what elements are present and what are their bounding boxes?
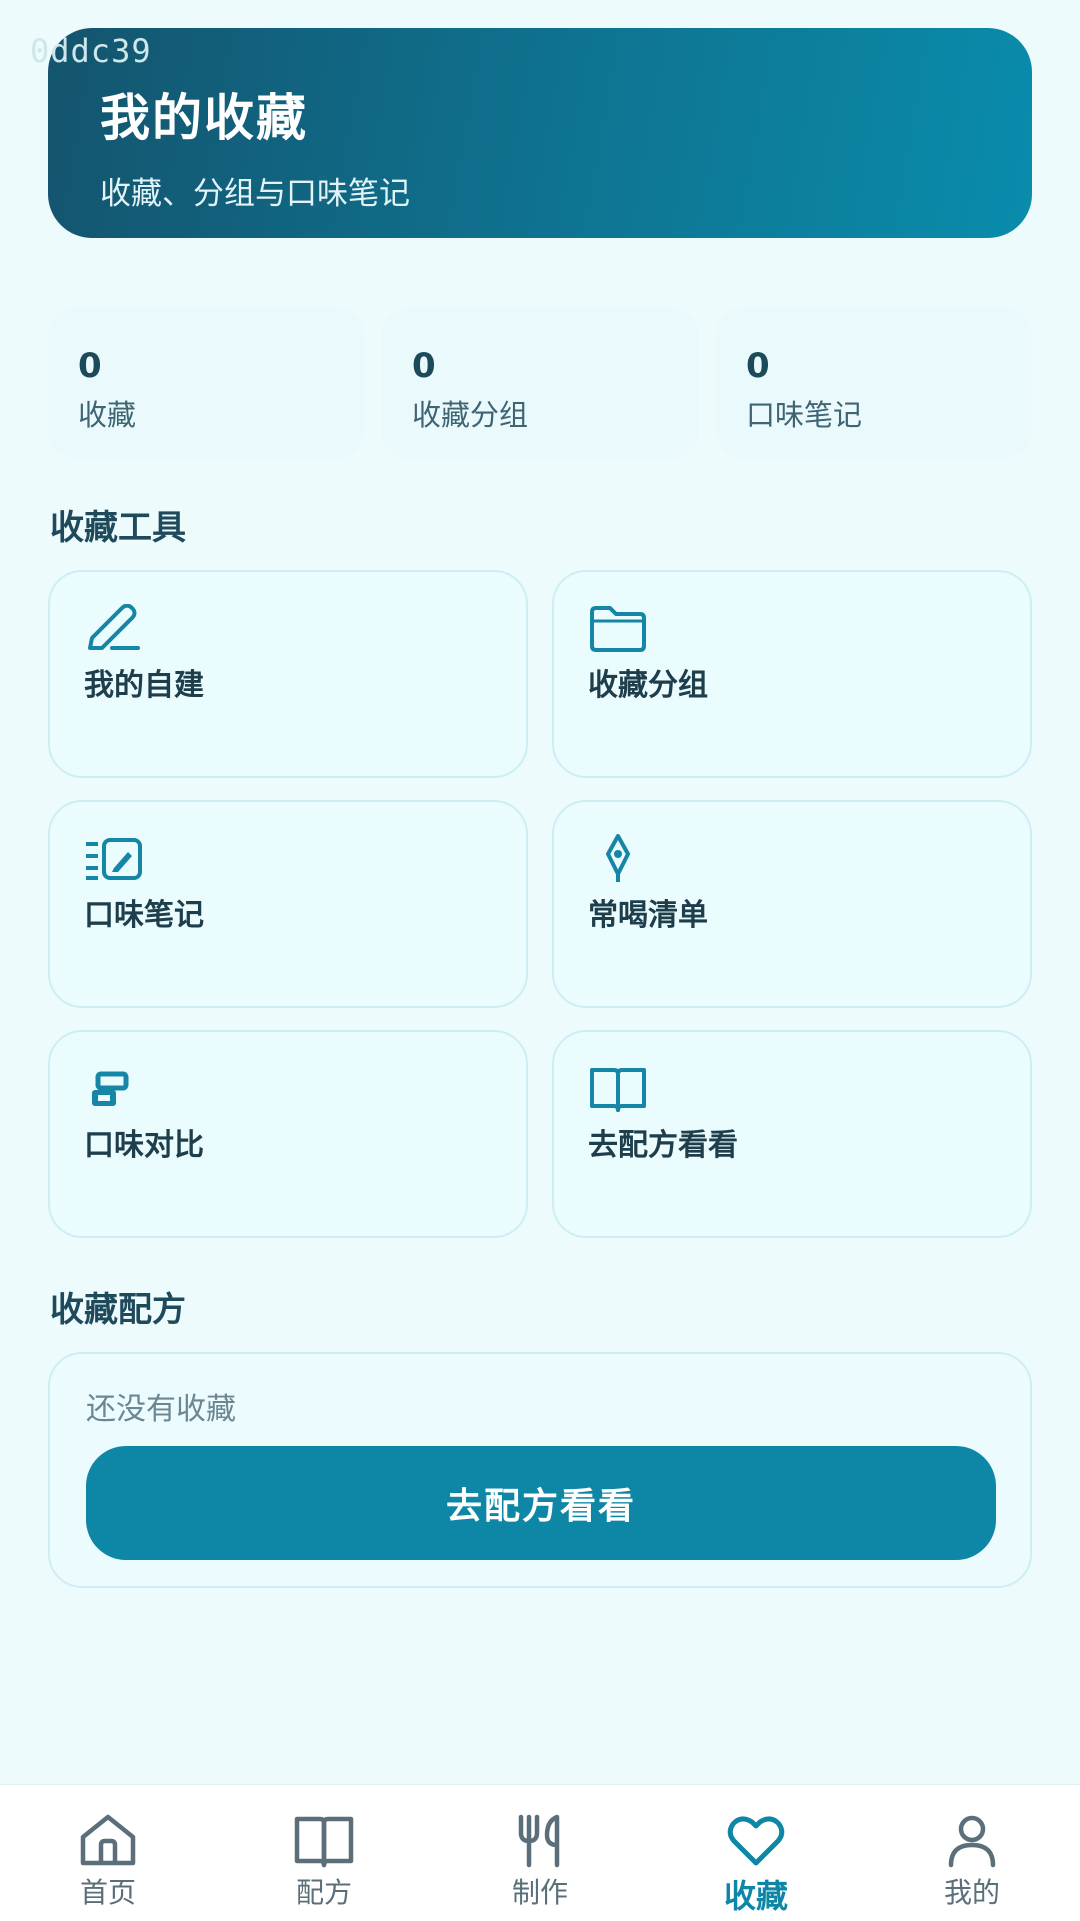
tools-section-title: 收藏工具 [50, 508, 186, 548]
tools-grid: 我的自建 收藏分组 口味笔记 常喝清单 口味对比 去配方看看 [48, 570, 1032, 1238]
folder-icon [590, 606, 646, 652]
book-icon [294, 1816, 354, 1868]
stat-value: 0 [746, 346, 770, 386]
stat-label: 口味笔记 [746, 398, 863, 432]
cocktail-icon [606, 834, 630, 882]
tab-me[interactable]: 我的 [864, 1785, 1080, 1921]
empty-state-text: 还没有收藏 [86, 1392, 236, 1427]
tab-label: 制作 [511, 1876, 568, 1909]
stat-value: 0 [78, 346, 102, 386]
watermark-text: 0ddc39 [30, 32, 152, 70]
heart-icon [727, 1816, 785, 1866]
pencil-icon [88, 604, 140, 650]
tool-label: 常喝清单 [588, 898, 708, 933]
user-icon [948, 1815, 996, 1868]
home-icon [80, 1814, 136, 1866]
favorites-card: 还没有收藏 去配方看看 [48, 1352, 1032, 1588]
utensils-icon [518, 1814, 560, 1868]
book-icon [590, 1068, 646, 1112]
tab-label: 我的 [943, 1876, 1000, 1909]
favorites-section-title: 收藏配方 [50, 1290, 186, 1330]
tool-label: 我的自建 [84, 668, 204, 703]
tool-browse-recipes[interactable]: 去配方看看 [552, 1030, 1032, 1238]
page-title: 我的收藏 [100, 89, 308, 147]
compare-icon [92, 1071, 129, 1106]
stats-row: 0 收藏 0 收藏分组 0 口味笔记 [48, 308, 1032, 458]
tab-label: 首页 [79, 1876, 136, 1909]
page-subtitle: 收藏、分组与口味笔记 [100, 176, 410, 212]
tool-taste-notes[interactable]: 口味笔记 [48, 800, 528, 1008]
tool-label: 去配方看看 [588, 1128, 738, 1163]
tab-label: 收藏 [723, 1877, 788, 1915]
tool-favorite-list[interactable]: 常喝清单 [552, 800, 1032, 1008]
stat-value: 0 [412, 346, 436, 386]
stat-notes[interactable]: 0 口味笔记 [716, 308, 1032, 458]
stat-favorites[interactable]: 0 收藏 [48, 308, 364, 458]
tab-make[interactable]: 制作 [432, 1785, 648, 1921]
page-header: 我的收藏 收藏、分组与口味笔记 [48, 28, 1032, 238]
browse-recipes-button[interactable]: 去配方看看 [86, 1446, 996, 1560]
tool-groups[interactable]: 收藏分组 [552, 570, 1032, 778]
tool-my-creations[interactable]: 我的自建 [48, 570, 528, 778]
tool-label: 口味笔记 [84, 898, 204, 933]
tab-recipes[interactable]: 配方 [216, 1785, 432, 1921]
tab-favorites[interactable]: 收藏 [648, 1785, 864, 1921]
tool-taste-compare[interactable]: 口味对比 [48, 1030, 528, 1238]
tool-label: 口味对比 [84, 1128, 204, 1163]
notes-icon [86, 838, 142, 880]
tool-label: 收藏分组 [588, 668, 708, 703]
stat-groups[interactable]: 0 收藏分组 [382, 308, 698, 458]
stat-label: 收藏分组 [412, 398, 529, 432]
bottom-tab-bar: 首页 配方 制作 收藏 我的 [0, 1784, 1080, 1921]
stat-label: 收藏 [78, 398, 137, 432]
tab-home[interactable]: 首页 [0, 1785, 216, 1921]
tab-label: 配方 [295, 1876, 352, 1909]
